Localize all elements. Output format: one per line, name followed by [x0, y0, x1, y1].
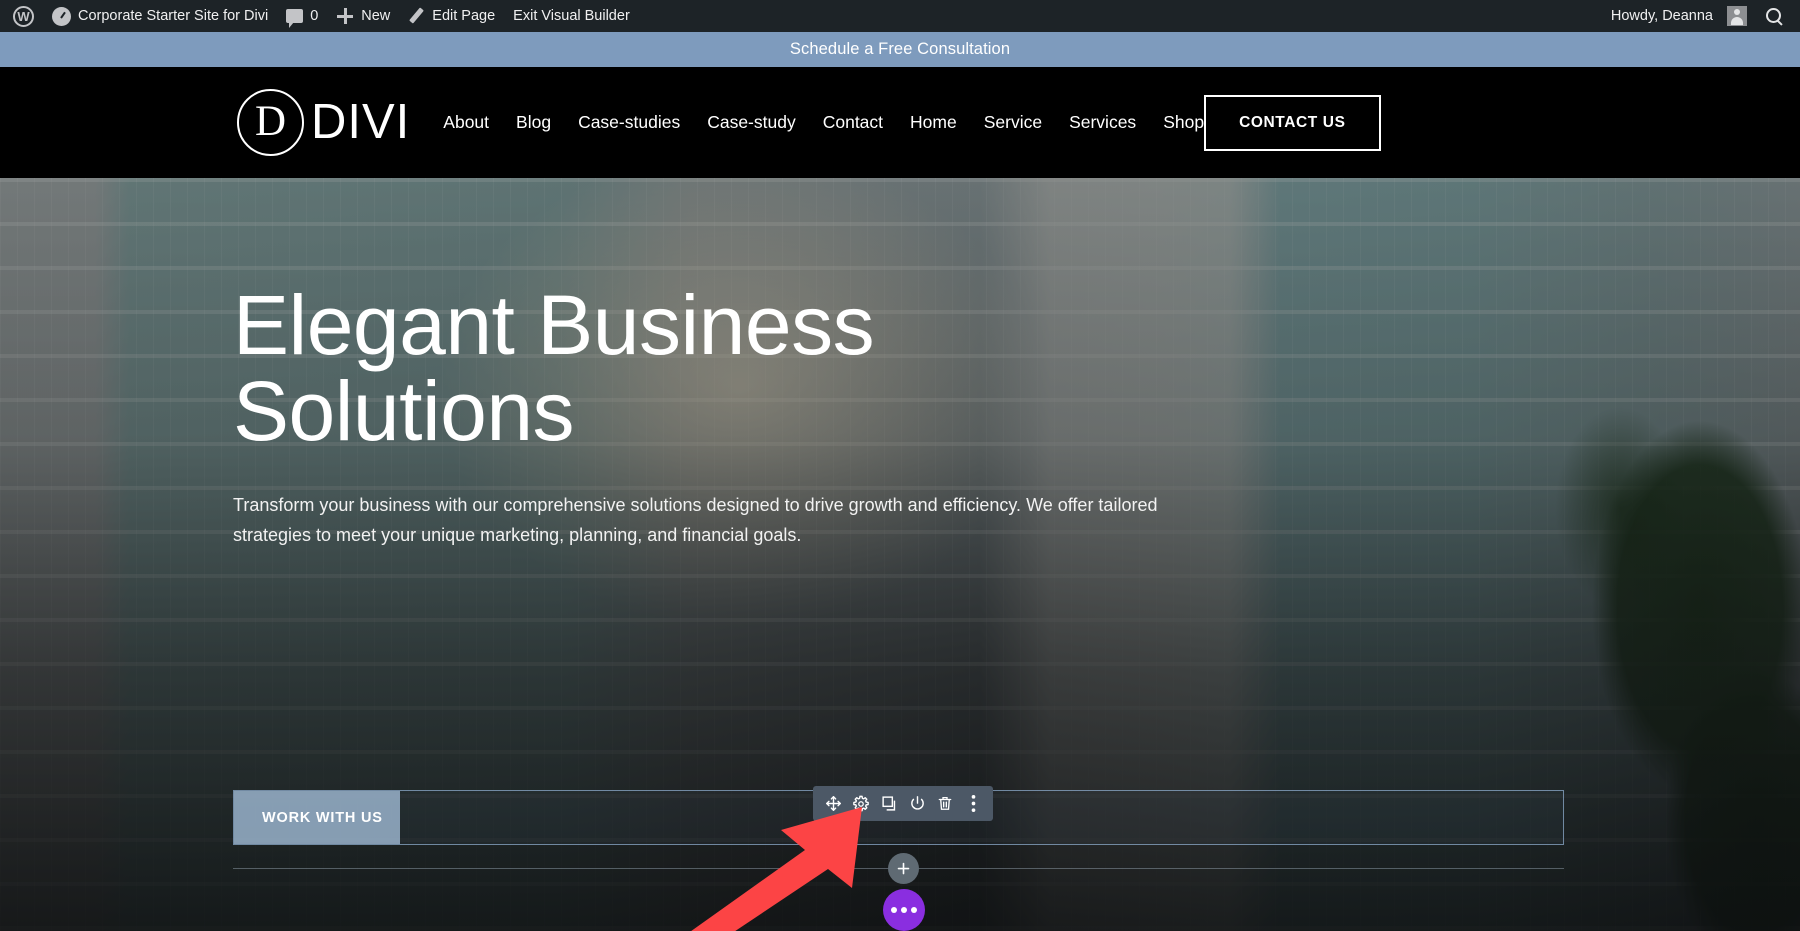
new-content-label: New — [361, 8, 390, 24]
delete-module-icon[interactable] — [931, 786, 959, 821]
divi-circle-d-icon — [237, 89, 304, 156]
nav-item-about[interactable]: About — [443, 112, 489, 133]
work-with-us-label: WORK WITH US — [262, 810, 383, 826]
work-with-us-button[interactable]: WORK WITH US — [234, 791, 400, 844]
hero-heading: Elegant Business Solutions — [233, 282, 1573, 454]
howdy-label: Howdy, Deanna — [1611, 8, 1713, 24]
site-logo[interactable]: DIVI — [237, 89, 410, 156]
admin-bar-search-button[interactable] — [1756, 0, 1792, 32]
edit-page-label: Edit Page — [432, 8, 495, 24]
exit-visual-builder-label: Exit Visual Builder — [513, 8, 630, 24]
comments-menu[interactable]: 0 — [277, 0, 327, 32]
nav-item-shop[interactable]: Shop — [1163, 112, 1204, 133]
dashboard-icon — [52, 7, 71, 26]
ellipsis-icon — [901, 907, 907, 913]
my-account-menu[interactable]: Howdy, Deanna — [1602, 0, 1756, 32]
wp-admin-bar: Corporate Starter Site for Divi 0 New Ed… — [0, 0, 1800, 32]
plus-icon — [896, 861, 911, 876]
nav-item-contact[interactable]: Contact — [823, 112, 883, 133]
nav-item-case-studies[interactable]: Case-studies — [578, 112, 680, 133]
nav-item-case-study[interactable]: Case-study — [707, 112, 796, 133]
site-name-menu[interactable]: Corporate Starter Site for Divi — [43, 0, 277, 32]
ellipsis-icon — [911, 907, 917, 913]
nav-item-services[interactable]: Services — [1069, 112, 1136, 133]
more-options-icon[interactable] — [959, 786, 987, 821]
new-content-menu[interactable]: New — [327, 0, 399, 32]
gear-settings-icon[interactable] — [847, 786, 875, 821]
hero-paragraph: Transform your business with our compreh… — [233, 490, 1168, 550]
primary-navigation: About Blog Case-studies Case-study Conta… — [443, 112, 1204, 133]
comments-count: 0 — [310, 8, 318, 24]
disable-module-icon[interactable] — [903, 786, 931, 821]
announcement-bar[interactable]: Schedule a Free Consultation — [0, 32, 1800, 67]
comment-bubble-icon — [286, 9, 303, 23]
user-avatar-icon — [1727, 6, 1747, 26]
ellipsis-icon — [891, 907, 897, 913]
divi-menu-button[interactable] — [883, 889, 925, 931]
move-module-icon[interactable] — [819, 786, 847, 821]
hero-content: Elegant Business Solutions Transform you… — [233, 282, 1573, 550]
contact-us-button[interactable]: CONTACT US — [1204, 95, 1380, 151]
site-name-label: Corporate Starter Site for Divi — [78, 8, 268, 24]
nav-item-home[interactable]: Home — [910, 112, 957, 133]
nav-item-blog[interactable]: Blog — [516, 112, 551, 133]
search-icon — [1765, 7, 1783, 25]
site-logo-text: DIVI — [311, 98, 410, 147]
announcement-text: Schedule a Free Consultation — [790, 40, 1010, 59]
plus-icon — [336, 7, 354, 25]
add-new-row-button[interactable] — [888, 853, 919, 884]
screen: Corporate Starter Site for Divi 0 New Ed… — [0, 0, 1800, 931]
pencil-icon — [408, 8, 425, 25]
duplicate-module-icon[interactable] — [875, 786, 903, 821]
wordpress-logo-icon — [13, 6, 34, 27]
edit-page-menu[interactable]: Edit Page — [399, 0, 504, 32]
nav-item-service[interactable]: Service — [984, 112, 1042, 133]
module-action-toolbar — [813, 786, 993, 821]
wp-logo-menu[interactable] — [4, 0, 43, 32]
admin-bar-left-group: Corporate Starter Site for Divi 0 New Ed… — [0, 0, 639, 32]
exit-visual-builder-button[interactable]: Exit Visual Builder — [504, 0, 639, 32]
admin-bar-right-group: Howdy, Deanna — [1602, 0, 1800, 32]
site-header: DIVI About Blog Case-studies Case-study … — [0, 67, 1800, 178]
